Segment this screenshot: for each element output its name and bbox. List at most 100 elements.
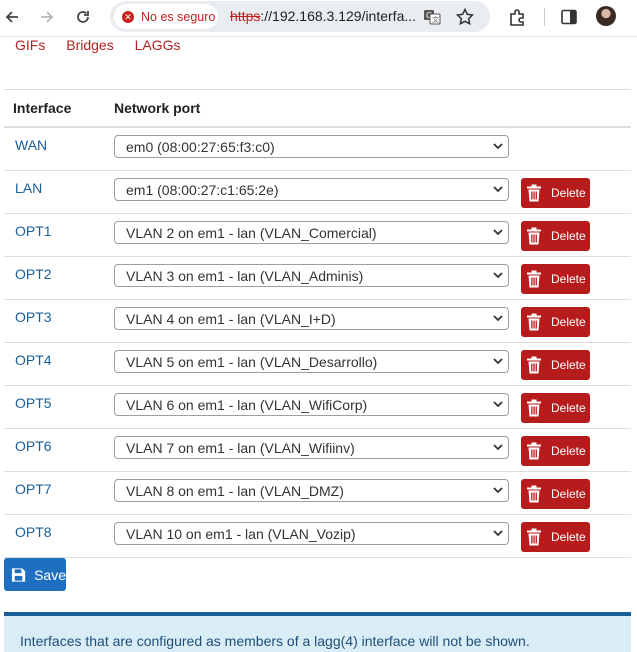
- table-row: OPT3 VLAN 4 on em1 - lan (VLAN_I+D) Delete: [4, 299, 631, 343]
- interface-cell: OPT1: [4, 213, 105, 257]
- table-row: OPT6 VLAN 7 on em1 - lan (VLAN_Wifiinv) De…: [4, 428, 631, 472]
- network-port-select[interactable]: VLAN 4 on em1 - lan (VLAN_I+D): [114, 307, 509, 330]
- network-port-selected-value: em1 (08:00:27:c1:65:2e): [126, 182, 279, 198]
- network-port-selected-value: VLAN 4 on em1 - lan (VLAN_I+D): [126, 311, 336, 327]
- interface-link[interactable]: OPT7: [15, 481, 52, 497]
- url-scheme: https: [230, 8, 261, 24]
- table-row: OPT5 VLAN 6 on em1 - lan (VLAN_WifiCorp) D…: [4, 385, 631, 429]
- bookmark-star-icon[interactable]: [455, 7, 475, 27]
- network-port-selected-value: VLAN 7 on em1 - lan (VLAN_Wifiinv): [126, 440, 355, 456]
- delete-button-label: Delete: [551, 530, 586, 544]
- table-header-row: Interface Network port: [4, 89, 631, 128]
- tab-gifs[interactable]: GIFs: [15, 37, 45, 53]
- save-button[interactable]: Save: [4, 558, 66, 591]
- back-button[interactable]: [0, 6, 24, 28]
- delete-button[interactable]: Delete: [521, 350, 590, 380]
- interface-cell: OPT6: [4, 428, 105, 472]
- delete-button-label: Delete: [551, 272, 586, 286]
- browser-toolbar: ✕ No es seguro https://192.168.3.129/int…: [0, 0, 637, 37]
- network-port-select[interactable]: VLAN 8 on em1 - lan (VLAN_DMZ): [114, 479, 509, 502]
- network-port-select[interactable]: VLAN 5 on em1 - lan (VLAN_Desarrollo): [114, 350, 509, 373]
- network-port-cell: VLAN 2 on em1 - lan (VLAN_Comercial): [105, 213, 519, 257]
- network-port-cell: VLAN 5 on em1 - lan (VLAN_Desarrollo): [105, 342, 519, 386]
- interface-cell: OPT4: [4, 342, 105, 386]
- delete-button[interactable]: Delete: [521, 479, 590, 509]
- floppy-disk-icon: [11, 567, 26, 582]
- chevron-down-icon: [493, 487, 503, 494]
- chevron-down-icon: [493, 272, 503, 279]
- interface-link[interactable]: OPT3: [15, 309, 52, 325]
- interface-assignments-table: Interface Network port WAN em0 (08:00:27:…: [4, 89, 631, 558]
- interface-link[interactable]: OPT2: [15, 266, 52, 282]
- action-cell: Delete: [519, 170, 631, 214]
- delete-button[interactable]: Delete: [521, 264, 590, 294]
- delete-button-label: Delete: [551, 444, 586, 458]
- column-header-interface: Interface: [4, 89, 105, 128]
- network-port-select[interactable]: em1 (08:00:27:c1:65:2e): [114, 178, 509, 201]
- delete-button-label: Delete: [551, 487, 586, 501]
- url-text[interactable]: https://192.168.3.129/interfa...: [230, 8, 416, 24]
- network-port-cell: VLAN 4 on em1 - lan (VLAN_I+D): [105, 299, 519, 343]
- network-port-select[interactable]: VLAN 2 on em1 - lan (VLAN_Comercial): [114, 221, 509, 244]
- interface-link[interactable]: OPT8: [15, 524, 52, 540]
- chevron-down-icon: [493, 186, 503, 193]
- network-port-select[interactable]: VLAN 3 on em1 - lan (VLAN_Adminis): [114, 264, 509, 287]
- chevron-down-icon: [493, 530, 503, 537]
- reload-icon: [77, 11, 89, 23]
- interface-link[interactable]: OPT5: [15, 395, 52, 411]
- network-port-cell: em1 (08:00:27:c1:65:2e): [105, 170, 519, 214]
- table-row: OPT4 VLAN 5 on em1 - lan (VLAN_Desarrollo…: [4, 342, 631, 386]
- action-cell: Delete: [519, 342, 631, 386]
- network-port-select[interactable]: em0 (08:00:27:65:f3:c0): [114, 135, 509, 158]
- network-port-selected-value: em0 (08:00:27:65:f3:c0): [126, 139, 275, 155]
- network-port-selected-value: VLAN 10 on em1 - lan (VLAN_Vozip): [126, 526, 356, 542]
- network-port-cell: VLAN 6 on em1 - lan (VLAN_WifiCorp): [105, 385, 519, 429]
- trash-icon: [527, 442, 541, 460]
- interface-link[interactable]: OPT1: [15, 223, 52, 239]
- interface-cell: OPT3: [4, 299, 105, 343]
- info-alert-text: Interfaces that are configured as member…: [20, 633, 530, 649]
- chevron-down-icon: [493, 401, 503, 408]
- interface-cell: OPT5: [4, 385, 105, 429]
- chevron-down-icon: [493, 143, 503, 150]
- network-port-select[interactable]: VLAN 10 on em1 - lan (VLAN_Vozip): [114, 522, 509, 545]
- network-port-select[interactable]: VLAN 7 on em1 - lan (VLAN_Wifiinv): [114, 436, 509, 459]
- delete-button[interactable]: Delete: [521, 522, 590, 552]
- reload-button[interactable]: [71, 6, 95, 28]
- trash-icon: [527, 313, 541, 331]
- side-panel-icon[interactable]: [557, 5, 581, 29]
- chevron-down-icon: [493, 358, 503, 365]
- address-bar[interactable]: ✕ No es seguro https://192.168.3.129/int…: [110, 1, 490, 32]
- delete-button[interactable]: Delete: [521, 178, 590, 208]
- delete-button[interactable]: Delete: [521, 393, 590, 423]
- delete-button[interactable]: Delete: [521, 436, 590, 466]
- info-alert: Interfaces that are configured as member…: [4, 612, 631, 652]
- translate-icon[interactable]: G文: [422, 7, 442, 27]
- interface-link[interactable]: OPT6: [15, 438, 52, 454]
- network-port-cell: VLAN 8 on em1 - lan (VLAN_DMZ): [105, 471, 519, 515]
- forward-button[interactable]: [35, 6, 59, 28]
- network-port-selected-value: VLAN 5 on em1 - lan (VLAN_Desarrollo): [126, 354, 378, 370]
- table-row: LAN em1 (08:00:27:c1:65:2e) Delete: [4, 170, 631, 214]
- network-port-select[interactable]: VLAN 6 on em1 - lan (VLAN_WifiCorp): [114, 393, 509, 416]
- network-port-cell: VLAN 10 on em1 - lan (VLAN_Vozip): [105, 514, 519, 558]
- network-port-cell: em0 (08:00:27:65:f3:c0): [105, 127, 519, 171]
- extensions-icon[interactable]: [505, 5, 529, 29]
- interface-link[interactable]: LAN: [15, 180, 42, 196]
- tab-bridges[interactable]: Bridges: [66, 37, 113, 53]
- action-cell: Delete: [519, 385, 631, 429]
- action-cell: Delete: [519, 514, 631, 558]
- interface-cell: OPT2: [4, 256, 105, 300]
- tab-laggs[interactable]: LAGGs: [135, 37, 181, 53]
- profile-avatar[interactable]: [596, 6, 616, 26]
- interface-cell: OPT8: [4, 514, 105, 558]
- delete-button[interactable]: Delete: [521, 307, 590, 337]
- interface-link[interactable]: WAN: [15, 137, 47, 153]
- action-cell: Delete: [519, 256, 631, 300]
- security-chip[interactable]: ✕ No es seguro: [114, 4, 218, 29]
- action-cell: Delete: [519, 213, 631, 257]
- interface-cell: LAN: [4, 170, 105, 214]
- interface-link[interactable]: OPT4: [15, 352, 52, 368]
- delete-button[interactable]: Delete: [521, 221, 590, 251]
- network-port-cell: VLAN 3 on em1 - lan (VLAN_Adminis): [105, 256, 519, 300]
